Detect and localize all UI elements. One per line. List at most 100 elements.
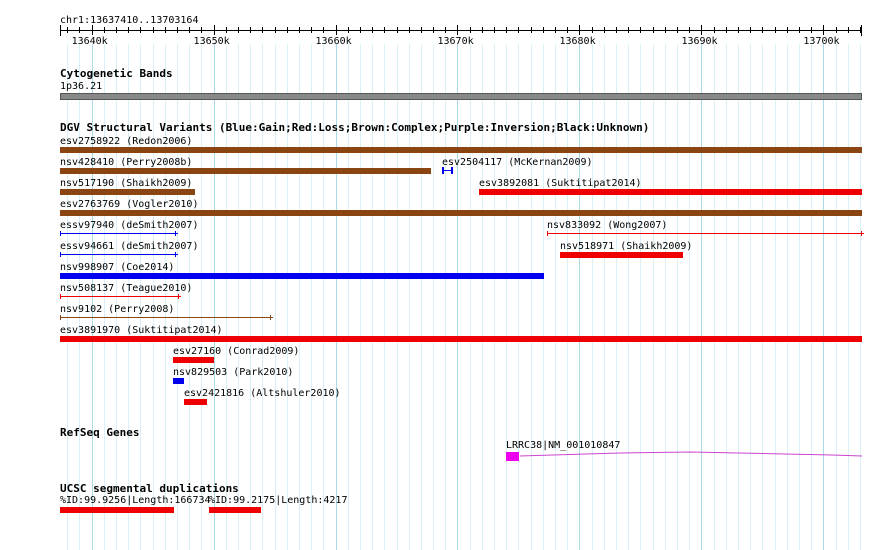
- gene-intron-line: [519, 451, 863, 457]
- variant-glyph[interactable]: [60, 210, 862, 216]
- variant-glyph[interactable]: [60, 233, 178, 234]
- ruler-minor-tick: [787, 27, 788, 33]
- ruler-minor-tick: [677, 27, 678, 33]
- ruler-minor-tick: [555, 27, 556, 33]
- variant-glyph[interactable]: [479, 189, 862, 195]
- track-title-cytogenetic-bands: Cytogenetic Bands: [60, 67, 173, 80]
- ruler-major-tick: [92, 25, 93, 35]
- ruler-major-tick: [214, 25, 215, 35]
- ruler-minor-tick: [409, 27, 410, 33]
- variant-glyph[interactable]: [60, 189, 195, 195]
- ruler-minor-tick: [518, 27, 519, 33]
- ruler-minor-tick: [238, 27, 239, 33]
- ruler-minor-tick: [762, 27, 763, 33]
- ruler-tick-label: 13650k: [193, 36, 230, 47]
- variant-glyph[interactable]: [60, 336, 862, 342]
- gene-exon[interactable]: [506, 452, 519, 461]
- ruler-minor-tick: [665, 27, 666, 33]
- variant-label: esv27160 (Conrad2009): [173, 346, 300, 357]
- variant-glyph[interactable]: [60, 296, 181, 297]
- ruler-minor-tick: [738, 27, 739, 33]
- ruler-minor-tick: [384, 27, 385, 33]
- track-title-dgv: DGV Structural Variants (Blue:Gain;Red:L…: [60, 121, 650, 134]
- variant-label: nsv833092 (Wong2007): [547, 220, 668, 231]
- cyto-band[interactable]: [60, 93, 862, 100]
- variant-label: esv2421816 (Altshuler2010): [184, 388, 341, 399]
- ruler-minor-tick: [470, 27, 471, 33]
- ruler-minor-tick: [299, 27, 300, 33]
- ruler-minor-tick: [311, 27, 312, 33]
- ruler-minor-tick: [799, 27, 800, 33]
- ruler-minor-tick: [543, 27, 544, 33]
- ruler-minor-tick: [640, 27, 641, 33]
- track-title-segdup: UCSC segmental duplications: [60, 482, 239, 495]
- ruler-minor-tick: [250, 27, 251, 33]
- ruler-minor-tick: [421, 27, 422, 33]
- ruler-minor-tick: [836, 27, 837, 33]
- ruler-minor-tick: [811, 27, 812, 33]
- variant-glyph[interactable]: [173, 357, 214, 363]
- variant-label: nsv428410 (Perry2008b): [60, 157, 193, 168]
- variant-glyph[interactable]: [173, 378, 184, 384]
- ruler-minor-tick: [79, 27, 80, 33]
- variant-glyph[interactable]: [60, 147, 862, 153]
- track-title-refseq: RefSeq Genes: [60, 426, 140, 439]
- cyto-band-label: 1p36.21: [60, 81, 103, 92]
- variant-glyph[interactable]: [60, 168, 431, 174]
- variant-glyph[interactable]: [60, 317, 273, 318]
- ruler-tick-label: 13660k: [315, 36, 352, 47]
- ruler-end-cap: [60, 25, 61, 36]
- variant-glyph[interactable]: [547, 233, 864, 234]
- variant-glyph[interactable]: [442, 170, 453, 171]
- ruler-tick-label: 13700k: [803, 36, 840, 47]
- ruler-tick-label: 13690k: [681, 36, 718, 47]
- gene-label: LRRC38|NM_001010847: [506, 440, 621, 451]
- variant-glyph[interactable]: [60, 254, 178, 255]
- variant-glyph[interactable]: [60, 273, 544, 279]
- ruler-minor-tick: [531, 27, 532, 33]
- ruler-minor-tick: [494, 27, 495, 33]
- ruler-minor-tick: [201, 27, 202, 33]
- ruler-minor-tick: [616, 27, 617, 33]
- ruler-major-tick: [579, 25, 580, 35]
- ruler-minor-tick: [567, 27, 568, 33]
- ruler-minor-tick: [177, 27, 178, 33]
- ruler-minor-tick: [116, 27, 117, 33]
- segdup-label: %ID:99.9256|Length:166734: [60, 495, 211, 506]
- variant-label: esv2763769 (Vogler2010): [60, 199, 199, 210]
- ruler-major-tick: [701, 25, 702, 35]
- variant-glyph[interactable]: [560, 252, 683, 258]
- variant-label: essv94661 (deSmith2007): [60, 241, 199, 252]
- ruler-minor-tick: [653, 27, 654, 33]
- ruler-minor-tick: [262, 27, 263, 33]
- ruler-minor-tick: [628, 27, 629, 33]
- ruler-range-label: chr1:13637410..13703164: [60, 15, 199, 26]
- ruler-tick-label: 13670k: [437, 36, 474, 47]
- ruler-major-tick: [823, 25, 824, 35]
- ruler-minor-tick: [445, 27, 446, 33]
- ruler-minor-tick: [714, 27, 715, 33]
- variant-label: nsv9102 (Perry2008): [60, 304, 175, 315]
- variant-label: nsv829503 (Park2010): [173, 367, 294, 378]
- ruler-end-cap: [861, 25, 862, 36]
- segdup-glyph[interactable]: [60, 507, 174, 513]
- variant-label: essv97940 (deSmith2007): [60, 220, 199, 231]
- ruler-minor-tick: [153, 27, 154, 33]
- ruler-minor-tick: [360, 27, 361, 33]
- ruler-tick-label: 13640k: [71, 36, 108, 47]
- segdup-glyph[interactable]: [209, 507, 261, 513]
- ruler-minor-tick: [67, 27, 68, 33]
- ruler-minor-tick: [397, 27, 398, 33]
- ruler-minor-tick: [860, 27, 861, 33]
- ruler-minor-tick: [226, 27, 227, 33]
- ruler-major-tick: [336, 25, 337, 35]
- ruler-major-tick: [457, 25, 458, 35]
- ruler-minor-tick: [275, 27, 276, 33]
- segdup-label: %ID:99.2175|Length:4217: [209, 495, 348, 506]
- variant-label: esv3891970 (Suktitipat2014): [60, 325, 223, 336]
- ruler-minor-tick: [323, 27, 324, 33]
- variant-glyph[interactable]: [184, 399, 207, 405]
- variant-label: esv2504117 (McKernan2009): [442, 157, 593, 168]
- ruler-minor-tick: [348, 27, 349, 33]
- ruler-minor-tick: [128, 27, 129, 33]
